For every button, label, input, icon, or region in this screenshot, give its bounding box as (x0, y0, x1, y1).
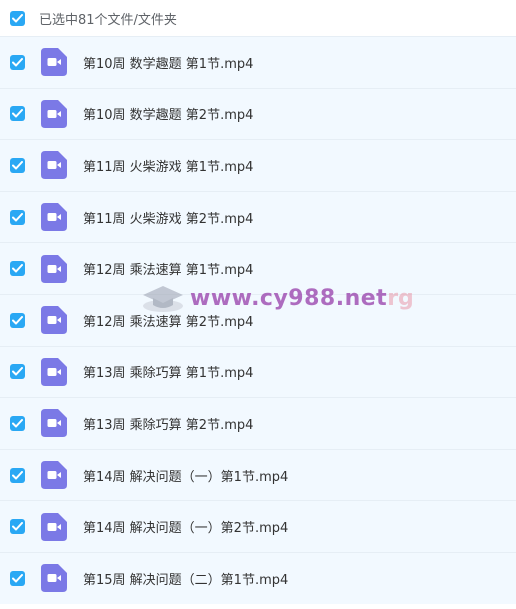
file-row[interactable]: 第14周 解决问题（一）第1节.mp4 (0, 448, 516, 501)
file-checkbox[interactable] (10, 54, 25, 70)
video-file-icon (41, 409, 67, 438)
file-checkbox[interactable] (10, 570, 25, 586)
file-name: 第14周 解决问题（一）第1节.mp4 (83, 469, 289, 485)
video-file-icon (41, 48, 67, 77)
file-row[interactable]: 第13周 乘除巧算 第1节.mp4 (0, 345, 516, 398)
file-name: 第13周 乘除巧算 第1节.mp4 (83, 366, 254, 382)
selection-header: 已选中81个文件/文件夹 (0, 0, 516, 36)
file-row[interactable]: 第15周 解决问题（二）第1节.mp4 (0, 551, 516, 604)
video-file-icon (41, 99, 67, 128)
file-name: 第14周 解决问题（一）第2节.mp4 (83, 521, 289, 537)
video-file-icon (41, 254, 67, 283)
file-name: 第10周 数学趣题 第2节.mp4 (83, 108, 254, 124)
file-name: 第10周 数学趣题 第1节.mp4 (83, 56, 254, 72)
file-row[interactable]: 第13周 乘除巧算 第2节.mp4 (0, 397, 516, 449)
file-checkbox[interactable] (10, 157, 25, 173)
file-name: 第11周 火柴游戏 第2节.mp4 (83, 211, 254, 227)
file-name: 第12周 乘法速算 第1节.mp4 (83, 263, 254, 279)
file-row[interactable]: 第12周 乘法速算 第1节.mp4 (0, 242, 516, 294)
file-checkbox[interactable] (10, 467, 25, 483)
file-row[interactable]: 第10周 数学趣题 第2节.mp4 (0, 87, 516, 140)
video-file-icon (41, 461, 67, 490)
selection-count-label: 已选中81个文件/文件夹 (39, 12, 177, 28)
file-row[interactable]: 第10周 数学趣题 第1节.mp4 (0, 36, 516, 88)
file-name: 第12周 乘法速算 第2节.mp4 (83, 314, 254, 330)
file-checkbox[interactable] (10, 106, 25, 122)
file-name: 第13周 乘除巧算 第2节.mp4 (83, 417, 254, 433)
video-file-icon (41, 151, 67, 180)
video-file-icon (41, 512, 67, 541)
select-all-checkbox[interactable] (10, 10, 25, 26)
video-file-icon (41, 306, 67, 335)
video-file-icon (41, 564, 67, 593)
file-name: 第11周 火柴游戏 第1节.mp4 (83, 159, 254, 175)
file-row[interactable]: 第11周 火柴游戏 第1节.mp4 (0, 139, 516, 191)
file-name: 第15周 解决问题（二）第1节.mp4 (83, 572, 289, 588)
file-row[interactable]: 第12周 乘法速算 第2节.mp4 (0, 293, 516, 346)
file-checkbox[interactable] (10, 415, 25, 431)
file-list: 第10周 数学趣题 第1节.mp4 第10周 数学趣题 第2节.mp4 第11周 火… (0, 36, 516, 604)
file-checkbox[interactable] (10, 261, 25, 277)
file-checkbox[interactable] (10, 209, 25, 225)
file-row[interactable]: 第11周 火柴游戏 第2节.mp4 (0, 190, 516, 243)
file-row[interactable]: 第14周 解决问题（一）第2节.mp4 (0, 500, 516, 552)
file-checkbox[interactable] (10, 364, 25, 380)
video-file-icon (41, 357, 67, 386)
file-checkbox[interactable] (10, 519, 25, 535)
video-file-icon (41, 203, 67, 232)
file-checkbox[interactable] (10, 312, 25, 328)
